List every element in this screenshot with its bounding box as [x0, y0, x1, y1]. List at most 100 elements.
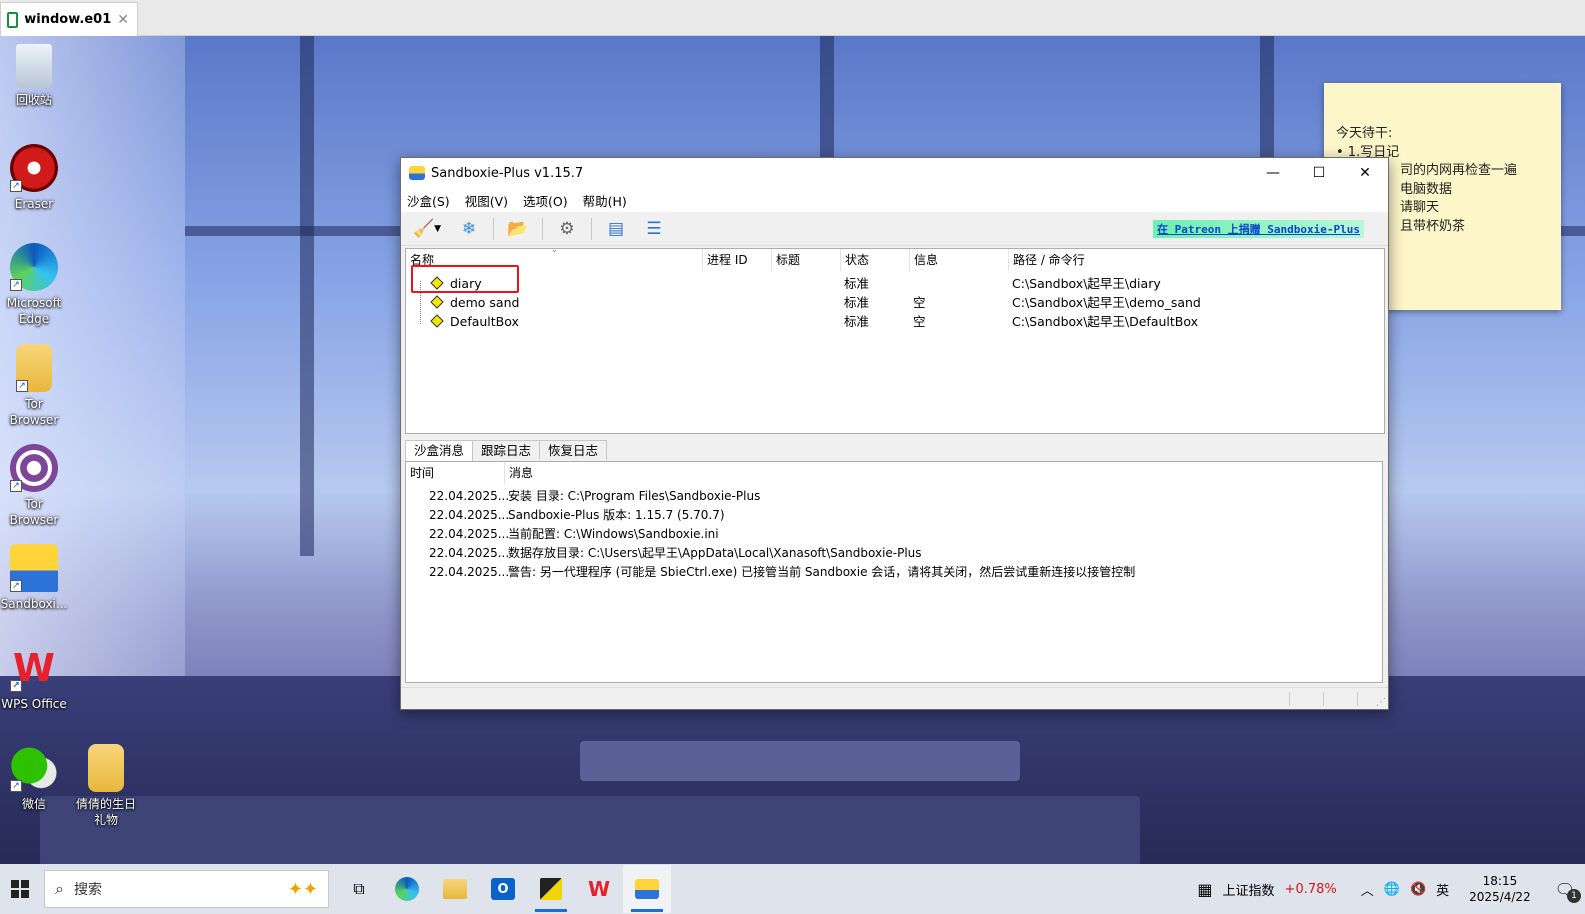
status-divider	[1357, 692, 1358, 706]
volume-muted-icon[interactable]: 🔇	[1410, 882, 1426, 897]
column-header-title[interactable]: 标题	[772, 249, 841, 271]
menu-help[interactable]: 帮助(H)	[583, 191, 627, 210]
column-header-status[interactable]: 状态	[841, 249, 910, 271]
taskbar-outlook[interactable]: O	[479, 865, 527, 913]
clock[interactable]: 18:15 2025/4/22	[1469, 873, 1531, 905]
log-message: 数据存放目录: C:\Users\起早王\AppData\Local\Xanas…	[508, 546, 922, 560]
task-view-icon: ⧉	[353, 879, 365, 898]
folder-icon	[88, 744, 124, 792]
close-icon[interactable]: ✕	[117, 12, 129, 28]
stock-change[interactable]: +0.78%	[1285, 882, 1337, 897]
desktop-icon-edge[interactable]: ↗ Microsoft Edge	[0, 243, 68, 327]
column-header-path[interactable]: 路径 / 命令行	[1009, 249, 1385, 271]
edge-icon: ↗	[10, 243, 58, 291]
desktop-icon-wechat[interactable]: ↗ 微信	[0, 744, 68, 812]
desktop-icon-tor-browser[interactable]: ↗ Tor Browser	[0, 444, 68, 528]
menu-view[interactable]: 视图(V)	[465, 191, 508, 210]
column-header-message[interactable]: 消息	[505, 462, 1382, 484]
notification-center-button[interactable]: 🗨 1	[1555, 880, 1581, 903]
taskbar-edge[interactable]	[383, 865, 431, 913]
column-header-info[interactable]: 信息	[910, 249, 1009, 271]
list-icon: ☰	[646, 218, 662, 239]
sticky-line: 今天待干:	[1336, 126, 1393, 141]
title-bar[interactable]: Sandboxie-Plus v1.15.7 — ☐ ✕	[401, 158, 1388, 188]
taskbar-search[interactable]: ⌕ 搜索 ✦✦	[44, 870, 329, 908]
resize-grip-icon[interactable]: ⋰	[1376, 697, 1386, 708]
sandbox-row[interactable]: diary 标准 C:\Sandbox\起早王\diary	[406, 274, 1384, 293]
settings-button[interactable]: ⚙	[553, 216, 581, 242]
start-button[interactable]	[2, 871, 38, 907]
search-placeholder: 搜索	[73, 882, 102, 898]
sandbox-row[interactable]: demo sand 标准 空 C:\Sandbox\起早王\demo_sand	[406, 293, 1384, 312]
highlight-box	[411, 265, 519, 293]
desktop-icon-birthday-folder[interactable]: 倩倩的生日礼物	[72, 744, 140, 828]
sandbox-tree-view[interactable]: 名称 进程 ID 标题 状态 信息 路径 / 命令行 ⌄ diary 标准 C:…	[405, 245, 1385, 434]
log-row[interactable]: 22.04.2025... 数据存放目录: C:\Users\起早王\AppDa…	[406, 544, 1382, 563]
ime-indicator[interactable]: 英	[1436, 880, 1449, 899]
task-view-button[interactable]: ⧉	[335, 865, 383, 913]
cleanup-button[interactable]: 🧹 ▼	[409, 216, 445, 242]
tab-trace-log[interactable]: 跟踪日志	[472, 440, 541, 460]
broom-icon: 🧹	[412, 218, 435, 239]
toolbar-separator	[591, 217, 592, 240]
message-log-view[interactable]: 时间 消息 22.04.2025... 安装 目录: C:\Program Fi…	[405, 461, 1383, 683]
chevron-up-icon[interactable]: ︿	[1361, 880, 1374, 899]
shortcut-arrow-icon: ↗	[10, 180, 22, 192]
toolbar-separator	[493, 217, 494, 240]
desktop-icon-recycle-bin[interactable]: 回收站	[0, 44, 68, 108]
search-icon: ⌕	[55, 879, 64, 898]
log-row[interactable]: 22.04.2025... 安装 目录: C:\Program Files\Sa…	[406, 487, 1382, 506]
desktop-icon-sandboxie[interactable]: ↗ Sandboxi...	[0, 544, 68, 612]
shortcut-arrow-icon: ↗	[10, 279, 22, 291]
taskbar-file-explorer[interactable]	[431, 865, 479, 913]
stock-name[interactable]: 上证指数	[1223, 880, 1275, 899]
list-view-button[interactable]: ☰	[640, 216, 668, 242]
notes-button[interactable]: ▤	[602, 216, 630, 242]
window-title: Sandboxie-Plus v1.15.7	[431, 165, 584, 181]
sandboxie-icon	[635, 879, 659, 899]
host-tab[interactable]: window.e01 ✕	[0, 2, 138, 36]
taskbar-sticky-notes[interactable]	[527, 865, 575, 913]
sandbox-row[interactable]: DefaultBox 标准 空 C:\Sandbox\起早王\DefaultBo…	[406, 312, 1384, 331]
clock-date: 2025/4/22	[1469, 890, 1531, 904]
outlook-icon: O	[491, 878, 515, 900]
sandboxie-window: Sandboxie-Plus v1.15.7 — ☐ ✕ 沙盒(S) 视图(V)…	[400, 157, 1389, 710]
notification-badge: 1	[1567, 888, 1581, 903]
taskbar-sandboxie[interactable]	[623, 865, 671, 913]
copilot-sparkle-icon[interactable]: ✦✦	[288, 879, 318, 900]
gears-icon: ⚙	[559, 218, 575, 239]
log-row[interactable]: 22.04.2025... Sandboxie-Plus 版本: 1.15.7 …	[406, 506, 1382, 525]
sandboxie-app-icon	[409, 166, 425, 180]
menu-bar: 沙盒(S) 视图(V) 选项(O) 帮助(H)	[401, 188, 1388, 212]
freeze-button[interactable]: ❄	[455, 216, 483, 242]
close-button[interactable]: ✕	[1342, 158, 1388, 188]
system-tray: ▦ 上证指数 +0.78% ︿ 🌐 🔇 英 18:15 2025/4/22 🗨 …	[1197, 873, 1585, 905]
taskbar-wps[interactable]: W	[575, 865, 623, 913]
log-row[interactable]: 22.04.2025... 当前配置: C:\Windows\Sandboxie…	[406, 525, 1382, 544]
menu-sandbox[interactable]: 沙盒(S)	[407, 191, 450, 210]
patreon-donate-link[interactable]: 在 Patreon 上捐赠 Sandboxie-Plus	[1153, 219, 1364, 238]
sandbox-status: 标准	[844, 314, 870, 329]
wps-office-icon: W ↗	[10, 644, 58, 692]
sandbox-diamond-icon	[430, 314, 444, 328]
desktop-icon-tor-browser-folder[interactable]: ↗ Tor Browser	[0, 344, 68, 428]
column-header-pid[interactable]: 进程 ID	[703, 249, 772, 271]
tab-sandbox-messages[interactable]: 沙盒消息	[405, 440, 474, 462]
menu-options[interactable]: 选项(O)	[523, 191, 568, 210]
maximize-button[interactable]: ☐	[1296, 158, 1342, 188]
desktop-icon-wps-office[interactable]: W ↗ WPS Office	[0, 644, 68, 712]
browse-content-button[interactable]: 📂	[504, 216, 532, 242]
taskbar: ⌕ 搜索 ✦✦ ⧉ O W ▦ 上证指数 +0.78% ︿ 🌐 🔇 英 18:1…	[0, 864, 1585, 914]
wallpaper-desk	[40, 796, 1140, 864]
tab-recovery-log[interactable]: 恢复日志	[539, 440, 608, 460]
log-row[interactable]: 22.04.2025... 警告: 另一代理程序 (可能是 SbieCtrl.e…	[406, 563, 1382, 582]
sandbox-name: demo sand	[450, 295, 520, 310]
status-bar: ⋰	[401, 687, 1388, 709]
network-globe-icon[interactable]: 🌐	[1384, 882, 1400, 897]
clock-time: 18:15	[1482, 874, 1518, 888]
folder-search-icon: 📂	[507, 218, 529, 239]
log-message: Sandboxie-Plus 版本: 1.15.7 (5.70.7)	[508, 508, 725, 522]
minimize-button[interactable]: —	[1250, 158, 1296, 188]
desktop-icon-eraser[interactable]: ↗ Eraser	[0, 144, 68, 212]
column-header-time[interactable]: 时间	[406, 462, 505, 484]
